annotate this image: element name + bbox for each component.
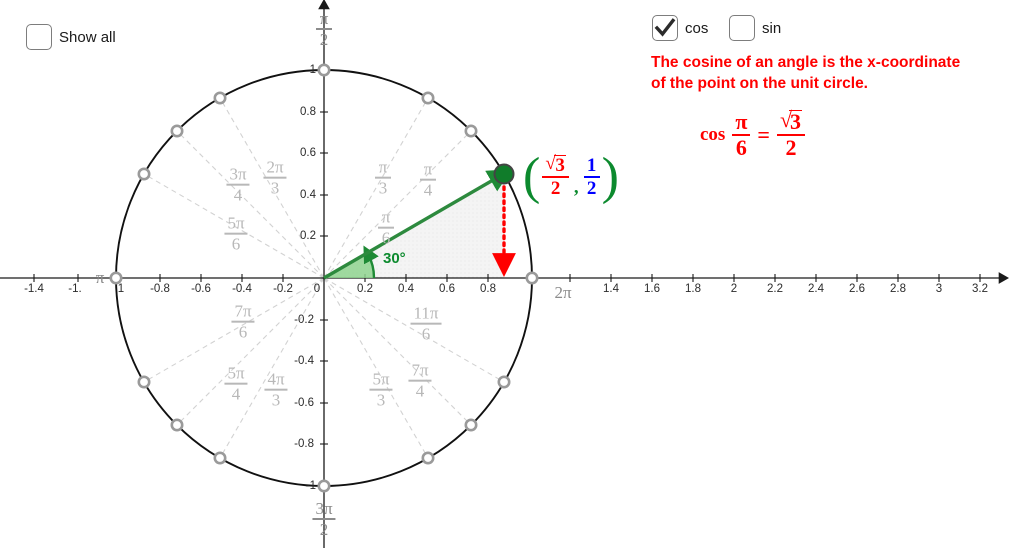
y-tick: -0.4	[294, 355, 314, 367]
axis-label-pi: π	[95, 268, 105, 287]
x-tick: 0	[313, 283, 321, 295]
x-tick: 0.2	[357, 283, 373, 295]
x-tick: 0.8	[480, 283, 496, 295]
paren-open: (	[523, 148, 541, 206]
axis-label-3pi-over-2: 3π 2	[312, 500, 336, 539]
x-tick: 2.8	[890, 283, 906, 295]
angle-label-7pi-4: 7π 4	[408, 361, 432, 400]
active-point[interactable]	[493, 163, 515, 185]
y-tick: -1	[305, 480, 316, 492]
angle-label-4pi-3: 4π 3	[264, 370, 288, 409]
x-tick: 3.2	[972, 283, 988, 295]
angle-label-pi-3: π3	[375, 158, 391, 197]
angle-label-2pi-3: 2π 3	[263, 158, 287, 197]
x-tick: 1	[117, 283, 125, 295]
x-tick: 0.4	[398, 283, 414, 295]
angle-label-5pi-3: 5π 3	[369, 370, 393, 409]
x-tick: -1.	[68, 283, 82, 295]
y-tick: 0.6	[300, 147, 316, 159]
y-tick: 0.4	[300, 189, 316, 201]
y-tick: 0.8	[300, 106, 316, 118]
coordinate-separator: ,	[573, 176, 579, 198]
x-tick: 1.8	[685, 283, 701, 295]
y-tick: -0.8	[294, 438, 314, 450]
angle-label-11pi-6: 11π 6	[410, 304, 442, 343]
angle-label-3pi-4: 3π 4	[226, 165, 250, 204]
paren-close: )	[601, 148, 619, 206]
x-tick: 2.4	[808, 283, 824, 295]
angle-label-pi-6: π6	[378, 208, 394, 247]
angle-label-5pi-4: 5π 4	[224, 364, 248, 403]
x-tick: 2.2	[767, 283, 783, 295]
x-tick: -1.4	[24, 283, 44, 295]
x-tick: -0.4	[232, 283, 252, 295]
angle-label-7pi-6: 7π 6	[231, 302, 255, 341]
y-coordinate-value: 1 2	[583, 155, 600, 198]
x-tick: 1.4	[603, 283, 619, 295]
y-tick: 1	[309, 64, 316, 76]
x-tick: 1.6	[644, 283, 660, 295]
x-tick: -0.8	[150, 283, 170, 295]
x-coordinate-value: 3 2	[542, 154, 569, 199]
axis-label-pi-over-2: π2	[316, 10, 332, 49]
angle-label-pi-4: π4	[420, 160, 436, 199]
x-tick: 0.6	[439, 283, 455, 295]
angle-label-5pi-6: 5π 6	[224, 214, 248, 253]
unit-circle-graph[interactable]	[0, 0, 1009, 556]
x-tick: -0.2	[273, 283, 293, 295]
x-tick: 3	[935, 283, 943, 295]
sqrt-icon: 3	[545, 154, 566, 175]
y-tick: 0.2	[300, 230, 316, 242]
point-coordinate-label: ( 3 2 , 1 2 )	[523, 148, 619, 206]
axis-label-2pi: 2π	[554, 283, 572, 302]
y-tick: -0.2	[294, 314, 314, 326]
x-tick: 2	[730, 283, 738, 295]
angle-degree-label: 30°	[383, 250, 406, 267]
x-tick: -0.6	[191, 283, 211, 295]
x-tick: 2.6	[849, 283, 865, 295]
